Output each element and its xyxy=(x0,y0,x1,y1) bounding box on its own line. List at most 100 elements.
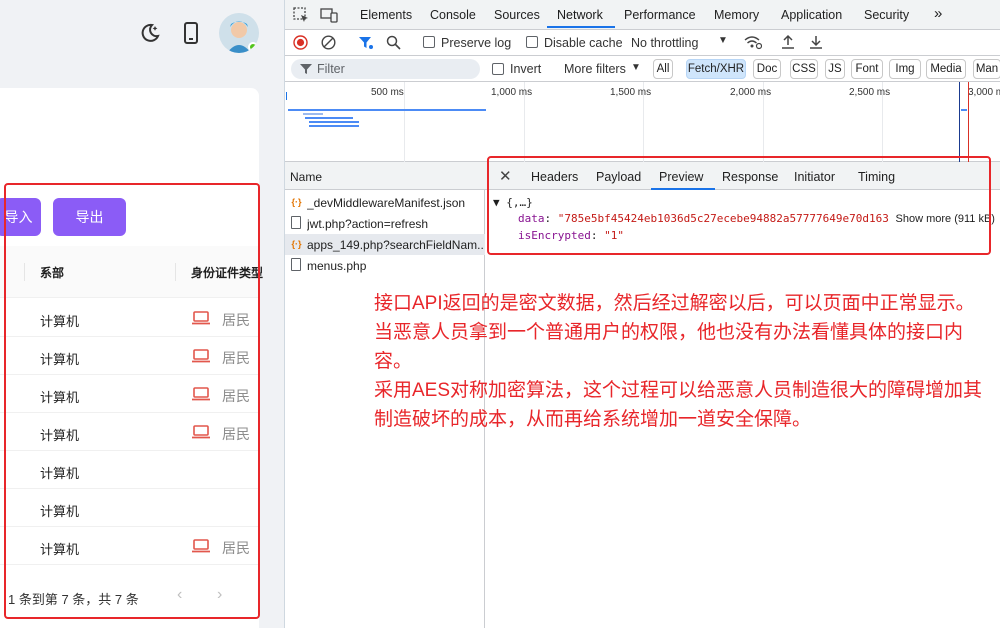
more-tabs-button[interactable]: » xyxy=(934,5,942,22)
annotation-line: 当恶意人员拿到一个普通用户的权限，他也没有办法看懂具体的接口内容。 xyxy=(374,322,964,372)
request-row[interactable]: jwt.php?action=refresh xyxy=(285,213,485,234)
preview-data-key: data xyxy=(518,212,545,225)
devtools-tab-performance[interactable]: Performance xyxy=(624,8,696,22)
detail-tab-initiator[interactable]: Initiator xyxy=(794,170,835,184)
type-filter-chip[interactable]: Man xyxy=(973,59,1000,79)
import-har-icon[interactable] xyxy=(781,34,795,53)
laptop-icon xyxy=(191,348,211,364)
devtools-tab-network[interactable]: Network xyxy=(557,8,603,22)
detail-tab-preview[interactable]: Preview xyxy=(659,170,703,184)
laptop-icon xyxy=(191,424,211,440)
type-filter-chip[interactable]: Font xyxy=(851,59,883,79)
dept-cell: 计算机 xyxy=(40,390,80,405)
request-name: jwt.php?action=refresh xyxy=(307,217,429,231)
device-toolbar-icon[interactable] xyxy=(320,7,338,26)
detail-tab-response[interactable]: Response xyxy=(722,170,778,184)
disable-cache-checkbox[interactable] xyxy=(526,36,538,48)
filter-input[interactable]: Filter xyxy=(291,59,480,79)
name-column-header[interactable]: Name xyxy=(290,170,322,184)
throttling-select[interactable]: No throttling xyxy=(631,36,698,50)
invert-checkbox[interactable] xyxy=(492,63,504,75)
detail-tab-timing[interactable]: Timing xyxy=(858,170,895,184)
request-row[interactable]: {·} _devMiddlewareManifest.json xyxy=(285,192,485,213)
user-avatar-icon[interactable] xyxy=(219,13,259,53)
table-row[interactable]: 计算机 居民 xyxy=(0,527,259,565)
filter-icon[interactable] xyxy=(358,35,373,53)
app-header xyxy=(0,0,284,66)
id-type-cell: 居民 xyxy=(222,426,250,442)
column-header-dept[interactable]: 系部 xyxy=(40,264,64,281)
type-filter-chip[interactable]: Media xyxy=(926,59,966,79)
timeline-dom-content-loaded-line xyxy=(959,82,960,162)
colon-separator: : xyxy=(590,229,605,242)
devtools-tab-application[interactable]: Application xyxy=(781,8,842,22)
dept-cell: 计算机 xyxy=(40,352,80,367)
table-row[interactable]: 计算机 xyxy=(0,451,259,489)
request-row[interactable]: {·} apps_149.php?searchFieldNam... xyxy=(285,234,485,255)
more-filters-dropdown[interactable]: More filters xyxy=(564,62,626,76)
type-filter-chip[interactable]: Img xyxy=(889,59,921,79)
xhr-icon: {·} xyxy=(291,239,302,249)
column-separator xyxy=(175,263,176,281)
type-filter-chip[interactable]: JS xyxy=(825,59,845,79)
clear-icon[interactable] xyxy=(321,35,336,53)
colon-separator: : xyxy=(544,212,558,225)
preserve-log-label: Preserve log xyxy=(441,36,512,50)
inspect-element-icon[interactable] xyxy=(293,7,309,26)
table-row[interactable]: 计算机 居民 xyxy=(0,413,259,451)
table-row[interactable]: 计算机 居民 xyxy=(0,375,259,413)
chevron-left-icon[interactable]: ‹ xyxy=(177,586,182,604)
timeline-request-bar xyxy=(309,125,359,127)
import-button[interactable]: 导入 xyxy=(0,198,41,236)
filter-funnel-icon xyxy=(300,64,312,74)
type-filter-chip[interactable]: CSS xyxy=(790,59,818,79)
annotation-line: 接口API返回的是密文数据，然后经过解密以后，可以页面中正常显示。 xyxy=(374,293,975,314)
chevron-down-icon[interactable]: ▼ xyxy=(631,62,641,73)
show-more-link[interactable]: Show more (911 kB) xyxy=(896,213,995,225)
record-icon[interactable] xyxy=(293,35,308,53)
timeline-tick-label: 2,500 ms xyxy=(849,87,891,98)
timeline-request-bar xyxy=(303,113,323,115)
detail-tab-payload[interactable]: Payload xyxy=(596,170,641,184)
invert-label: Invert xyxy=(510,62,542,76)
devtools-tab-security[interactable]: Security xyxy=(864,8,909,22)
mobile-phone-icon[interactable] xyxy=(179,20,203,46)
dept-cell: 计算机 xyxy=(40,542,80,557)
export-button[interactable]: 导出 xyxy=(53,198,126,236)
screenshot-root: 导入 导出 系部 身份证件类型 计算机 居民 计算机 居民 计算机 居民 计算机 居民 计算机计… xyxy=(0,0,1000,628)
preview-encrypted-value: "1" xyxy=(604,229,624,242)
preserve-log-checkbox[interactable] xyxy=(423,36,435,48)
devtools-tab-memory[interactable]: Memory xyxy=(714,8,759,22)
document-icon xyxy=(291,258,301,271)
devtools-tab-console[interactable]: Console xyxy=(430,8,476,22)
search-icon[interactable] xyxy=(386,35,401,53)
devtools-tabbar: Elements Console Sources Network Performance… xyxy=(285,0,1000,30)
timeline-tick-label: 1,000 ms xyxy=(491,87,533,98)
preview-root-node[interactable]: ▼ {,…} xyxy=(493,196,533,209)
column-header-id-type[interactable]: 身份证件类型 xyxy=(191,264,263,281)
table-row[interactable]: 计算机 居民 xyxy=(0,337,259,375)
table-row[interactable]: 计算机 xyxy=(0,489,259,527)
chevron-right-icon[interactable]: › xyxy=(217,586,222,604)
import-button-label: 导入 xyxy=(4,209,33,225)
request-row[interactable]: menus.php xyxy=(285,255,485,276)
timeline-tick-label: 500 ms xyxy=(371,87,404,98)
type-filter-chip[interactable]: All xyxy=(653,59,673,79)
type-filter-chip[interactable]: Fetch/XHR xyxy=(686,59,746,79)
export-har-icon[interactable] xyxy=(809,34,823,53)
devtools-tab-elements[interactable]: Elements xyxy=(360,8,412,22)
chevron-down-icon[interactable]: ▼ xyxy=(718,35,728,46)
close-icon[interactable]: ✕ xyxy=(499,167,512,185)
timeline-request-bar xyxy=(305,117,353,119)
preview-encrypted-key: isEncrypted xyxy=(518,229,591,242)
type-filter-chip[interactable]: Doc xyxy=(753,59,781,79)
devtools-tab-sources[interactable]: Sources xyxy=(494,8,540,22)
moon-stars-icon[interactable] xyxy=(138,20,162,46)
detail-tabbar: ✕ Headers Payload Preview Response Initiator… xyxy=(485,162,1000,190)
detail-tab-headers[interactable]: Headers xyxy=(531,170,578,184)
network-conditions-icon[interactable] xyxy=(744,35,763,53)
table-row[interactable]: 计算机 居民 xyxy=(0,299,259,337)
request-list-header: Name xyxy=(285,162,485,190)
laptop-icon xyxy=(191,310,211,326)
dept-cell: 计算机 xyxy=(40,504,80,519)
